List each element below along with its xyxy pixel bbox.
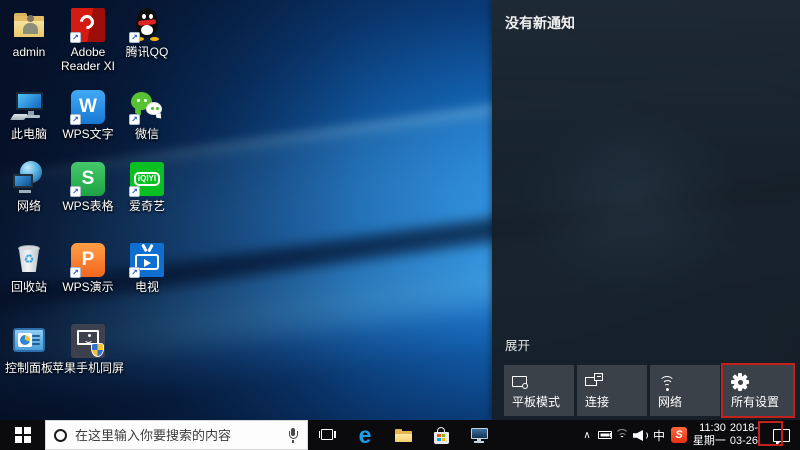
ime-indicator[interactable]: 中 [650,420,668,450]
edge-icon: e [358,422,372,448]
shortcut-arrow-icon: ↗ [70,32,81,43]
desktop-icon-network[interactable] [11,161,47,197]
store-icon [433,426,449,444]
desktop-icon-adobe-reader-xi[interactable]: ↗ [70,7,106,43]
quick-action-label: 所有设置 [731,395,780,409]
clock[interactable]: 11:30 星期一 2018-03-26 [690,420,762,450]
iphone-mirroring-icon [70,323,106,359]
task-view-button[interactable] [308,420,346,450]
taskbar: e ∧ 中 S [0,420,800,450]
shortcut-arrow-icon: ↗ [129,267,140,278]
shortcut-arrow-icon: ↗ [70,267,81,278]
quick-action-network[interactable]: 网络 [650,365,720,416]
desktop-icon-label: 腾讯QQ [125,45,169,59]
desktop-icon-iphone-mirroring[interactable] [70,323,106,359]
windows-desktop: admin ↗ Adobe Reader XI ↗ 腾讯QQ 此电脑 W ↗ WPS文字 ↗ 微信网… [0,0,800,450]
desktop-icon-tv[interactable]: ↗ [129,242,165,278]
file-explorer-icon [394,428,412,442]
admin-icon [11,7,47,43]
shortcut-arrow-icon: ↗ [129,114,140,125]
file-explorer-button[interactable] [384,420,422,450]
task-view-icon [318,429,336,441]
quick-actions-row: 平板模式 连接 网络 所有设置 [504,365,793,416]
desktop-icon-label: 苹果手机同屏 [51,361,124,375]
desktop-icon-wps-spreadsheet[interactable]: S ↗ [70,161,106,197]
desktop-icon-admin[interactable] [11,7,47,43]
control-panel-icon [11,323,47,359]
desktop-icon-label: 微信 [134,127,159,141]
clock-time: 11:30 星期一 [692,422,726,447]
shortcut-arrow-icon: ↗ [70,186,81,197]
panel-glow [522,105,739,294]
wifi-icon [658,373,678,393]
start-button[interactable] [0,420,45,450]
desktop-icon-wps-writer[interactable]: W ↗ [70,89,106,125]
store-button[interactable] [422,420,460,450]
quick-action-label: 平板模式 [512,395,561,409]
desktop-icon-this-pc[interactable] [10,89,47,125]
microphone-icon[interactable] [287,427,299,443]
desktop-icon-control-panel[interactable] [11,323,47,359]
shortcut-arrow-icon: ↗ [129,186,140,197]
quick-action-label: 网络 [658,395,683,409]
network-icon [11,161,47,197]
edge-button[interactable]: e [346,420,384,450]
desktop-icon-wechat[interactable]: ↗ [129,89,165,125]
battery-icon[interactable] [595,420,614,450]
desktop-icon-wps-presentation[interactable]: P ↗ [70,242,106,278]
shortcut-arrow-icon: ↗ [129,32,140,43]
desktop-icon-iqiyi[interactable]: iQIYI ↗ [129,161,165,197]
quick-action-connect[interactable]: 连接 [577,365,647,416]
action-center-icon [772,428,790,446]
computer-app-icon [470,427,488,443]
cortana-icon [54,428,67,442]
shortcut-arrow-icon: ↗ [70,114,81,125]
computer-app-button[interactable] [460,420,498,450]
clock-date: 2018-03-26 [729,422,758,447]
action-center-button[interactable] [762,420,800,450]
quick-action-all-settings[interactable]: 所有设置 [723,365,793,416]
no-new-notifications-text: 没有新通知 [505,15,575,31]
quick-action-tablet-mode[interactable]: 平板模式 [504,365,574,416]
hidden-icons-chevron[interactable]: ∧ [579,420,595,450]
wifi-tray-icon[interactable] [614,420,632,450]
desktop-icon-tencent-qq[interactable]: ↗ [129,7,165,43]
settings-gear-icon [731,373,751,393]
sogou-input-icon[interactable]: S [668,420,690,450]
desktop-icon-label: 爱奇艺 [128,199,165,213]
connect-icon [585,373,605,393]
tablet-mode-icon [512,373,532,393]
expand-toggle[interactable]: 展开 [505,335,530,354]
volume-icon[interactable] [632,420,650,450]
search-input[interactable] [75,427,279,443]
desktop-icon-recycle-bin[interactable]: ♻ [11,242,47,278]
action-center-panel: 没有新通知 展开 平板模式 连接 网络 所有设置 [492,0,800,420]
desktop-icon-label: 电视 [134,280,159,294]
this-pc-icon [10,89,47,125]
quick-action-label: 连接 [585,395,610,409]
windows-logo-icon [14,427,31,443]
recycle-bin-icon: ♻ [11,242,47,278]
system-tray: ∧ 中 S 11:30 星期一 2018-03-26 [579,420,800,450]
taskbar-search-box[interactable] [45,420,308,450]
